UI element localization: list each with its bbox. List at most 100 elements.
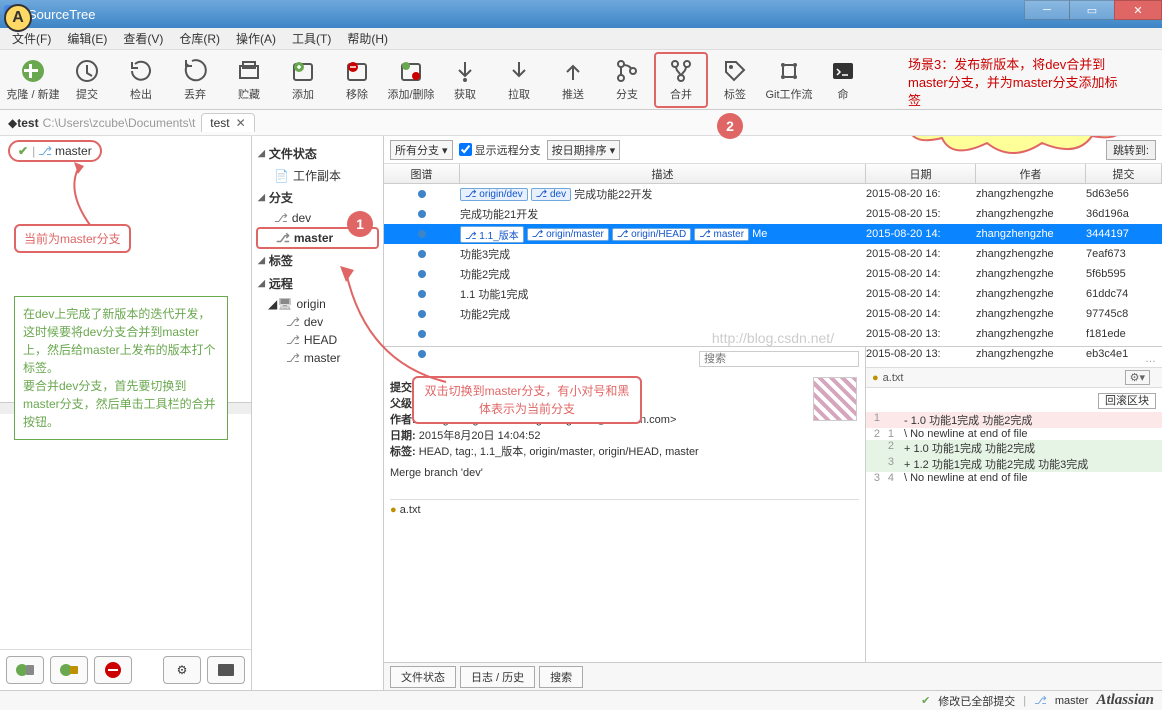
diff-line: 1- 1.0 功能1完成 功能2完成 (866, 412, 1162, 428)
add-repo-button[interactable] (6, 656, 44, 684)
diff-filename: a.txt (883, 372, 904, 384)
branch-icon: ⎇ (274, 211, 288, 225)
branch-icon: ⎇ (286, 351, 300, 365)
col-graph[interactable]: 图谱 (384, 164, 460, 183)
current-branch-name: master (55, 144, 92, 158)
annotation-a: A (4, 4, 32, 32)
tree-branches[interactable]: 分支 (256, 186, 379, 209)
branch-icon: ⎇ (38, 144, 52, 158)
commit-row[interactable]: 1.1 功能1完成2015-08-20 14:zhangzhengzhe61dd… (384, 284, 1162, 304)
badge-1: 1 (347, 211, 373, 237)
sort-filter[interactable]: 按日期排序 ▾ (547, 140, 621, 160)
gear-icon[interactable]: ⚙▾ (1125, 370, 1150, 385)
column-headers: 图谱 描述 日期 作者 提交 (384, 164, 1162, 184)
diff-line: 34\ No newline at end of file (866, 472, 1162, 484)
search-input[interactable] (699, 351, 859, 367)
commit-row[interactable]: 功能2完成2015-08-20 14:zhangzhengzhe5f6b595 (384, 264, 1162, 284)
col-desc[interactable]: 描述 (460, 164, 866, 183)
repo-path: C:\Users\zcube\Documents\t (43, 116, 196, 130)
rollback-button[interactable]: 回滚区块 (1098, 393, 1156, 409)
diff-line: 2+ 1.0 功能1完成 功能2完成 (866, 440, 1162, 456)
diff-line: 21\ No newline at end of file (866, 428, 1162, 440)
file-icon: 📄 (274, 169, 289, 183)
tool-fetch[interactable]: 获取 (438, 54, 492, 106)
bottom-tab[interactable]: 日志 / 历史 (460, 666, 535, 688)
menu-item[interactable]: 仓库(R) (171, 28, 228, 49)
close-icon[interactable]: ✕ (236, 116, 246, 130)
badge-2: 2 (717, 113, 743, 139)
tool-add[interactable]: 添加 (276, 54, 330, 106)
check-icon: ✔ (18, 144, 28, 158)
tool-discard[interactable]: 丢弃 (168, 54, 222, 106)
commit-message: Merge branch 'dev' (390, 467, 859, 479)
remote-icon: 🖥 (277, 297, 292, 311)
branch-icon: ⎇ (1034, 694, 1047, 707)
status-text: 修改已全部提交 (938, 693, 1015, 709)
commit-row[interactable]: 功能3完成2015-08-20 14:zhangzhengzhe7eaf673 (384, 244, 1162, 264)
menu-item[interactable]: 工具(T) (284, 28, 339, 49)
file-icon: ● (390, 504, 397, 516)
tool-pull[interactable]: 拉取 (492, 54, 546, 106)
repo-bookmark-icon: ◆ (8, 116, 17, 130)
maximize-button[interactable]: ▭ (1069, 0, 1115, 20)
commit-list: ⎇ origin/dev ⎇ dev 完成功能22开发2015-08-20 16… (384, 184, 1162, 370)
titlebar: SourceTree ─ ▭ ✕ (0, 0, 1162, 28)
status-ok-icon: ✔ (921, 694, 930, 707)
tool-commit[interactable]: 提交 (60, 54, 114, 106)
commit-row[interactable]: 功能2完成2015-08-20 14:zhangzhengzhe97745c8 (384, 304, 1162, 324)
menu-item[interactable]: 操作(A) (228, 28, 284, 49)
remove-repo-button[interactable] (94, 656, 132, 684)
menu-item[interactable]: 帮助(H) (339, 28, 396, 49)
commit-row[interactable]: ⎇ 1.1_版本 ⎇ origin/master ⎇ origin/HEAD ⎇… (384, 224, 1162, 244)
file-name: a.txt (400, 504, 421, 516)
tool-cmd[interactable]: 命 (816, 54, 870, 106)
diff-pane: … ● a.txt ⚙▾ 回滚区块 1- 1.0 功能1完成 功能2完成21\ … (866, 347, 1162, 662)
terminal-button[interactable] (207, 656, 245, 684)
bookmark-buttons: ⚙ (0, 649, 251, 690)
tool-checkout[interactable]: 检出 (114, 54, 168, 106)
repo-tab[interactable]: test ✕ (201, 113, 254, 132)
tool-addremove[interactable]: 添加/删除 (384, 54, 438, 106)
bottom-tab[interactable]: 搜索 (539, 666, 583, 688)
add-folder-button[interactable] (50, 656, 88, 684)
diff-menu-icon[interactable]: … (866, 351, 1162, 367)
col-commit[interactable]: 提交 (1086, 164, 1162, 183)
file-icon: ● (872, 372, 879, 384)
tool-push[interactable]: 推送 (546, 54, 600, 106)
annotation-arrow-2 (336, 262, 466, 392)
avatar (813, 377, 857, 421)
pipe: | (32, 144, 35, 158)
tool-tag[interactable]: 标签 (708, 54, 762, 106)
tree-file-status[interactable]: 文件状态 (256, 142, 379, 165)
branch-icon: ⎇ (286, 315, 300, 329)
menu-item[interactable]: 查看(V) (115, 28, 171, 49)
tool-clone[interactable]: 克隆 / 新建 (6, 54, 60, 106)
lbl-tags: 标签: (390, 446, 416, 458)
diff-line: 3+ 1.2 功能1完成 功能2完成 功能3完成 (866, 456, 1162, 472)
tool-stash[interactable]: 贮藏 (222, 54, 276, 106)
annotation-cloud: 场景3：发布新版本，将dev合并到master分支，并为master分支添加标签 (892, 38, 1142, 148)
settings-button[interactable]: ⚙ (163, 656, 201, 684)
tool-merge[interactable]: 合并 (654, 52, 708, 108)
file-entry[interactable]: ● a.txt (390, 499, 859, 516)
bottom-tabs: 文件状态日志 / 历史搜索 (384, 662, 1162, 690)
branch-filter[interactable]: 所有分支 ▾ (390, 140, 453, 160)
commit-row[interactable]: 2015-08-20 13:zhangzhengzhef181ede (384, 324, 1162, 344)
tool-branch[interactable]: 分支 (600, 54, 654, 106)
col-author[interactable]: 作者 (976, 164, 1086, 183)
minimize-button[interactable]: ─ (1024, 0, 1070, 20)
tool-remove[interactable]: 移除 (330, 54, 384, 106)
tool-gitflow[interactable]: Git工作流 (762, 54, 816, 106)
col-date[interactable]: 日期 (866, 164, 976, 183)
menu-item[interactable]: 编辑(E) (59, 28, 115, 49)
current-branch-indicator: ✔ | ⎇ master (0, 136, 251, 166)
diff-lines: 1- 1.0 功能1完成 功能2完成21\ No newline at end … (866, 412, 1162, 484)
annotation-green-note: 在dev上完成了新版本的迭代开发，这时候要将dev分支合并到master上，然后… (14, 296, 228, 440)
commit-row[interactable]: 完成功能21开发2015-08-20 15:zhangzhengzhe36d19… (384, 204, 1162, 224)
commit-row[interactable]: ⎇ origin/dev ⎇ dev 完成功能22开发2015-08-20 16… (384, 184, 1162, 204)
bottom-tab[interactable]: 文件状态 (390, 666, 456, 688)
tree-working-copy[interactable]: 📄工作副本 (256, 165, 379, 186)
show-remote-checkbox[interactable]: 显示远程分支 (459, 142, 541, 158)
repo-name: test (17, 116, 38, 130)
close-button[interactable]: ✕ (1114, 0, 1162, 20)
